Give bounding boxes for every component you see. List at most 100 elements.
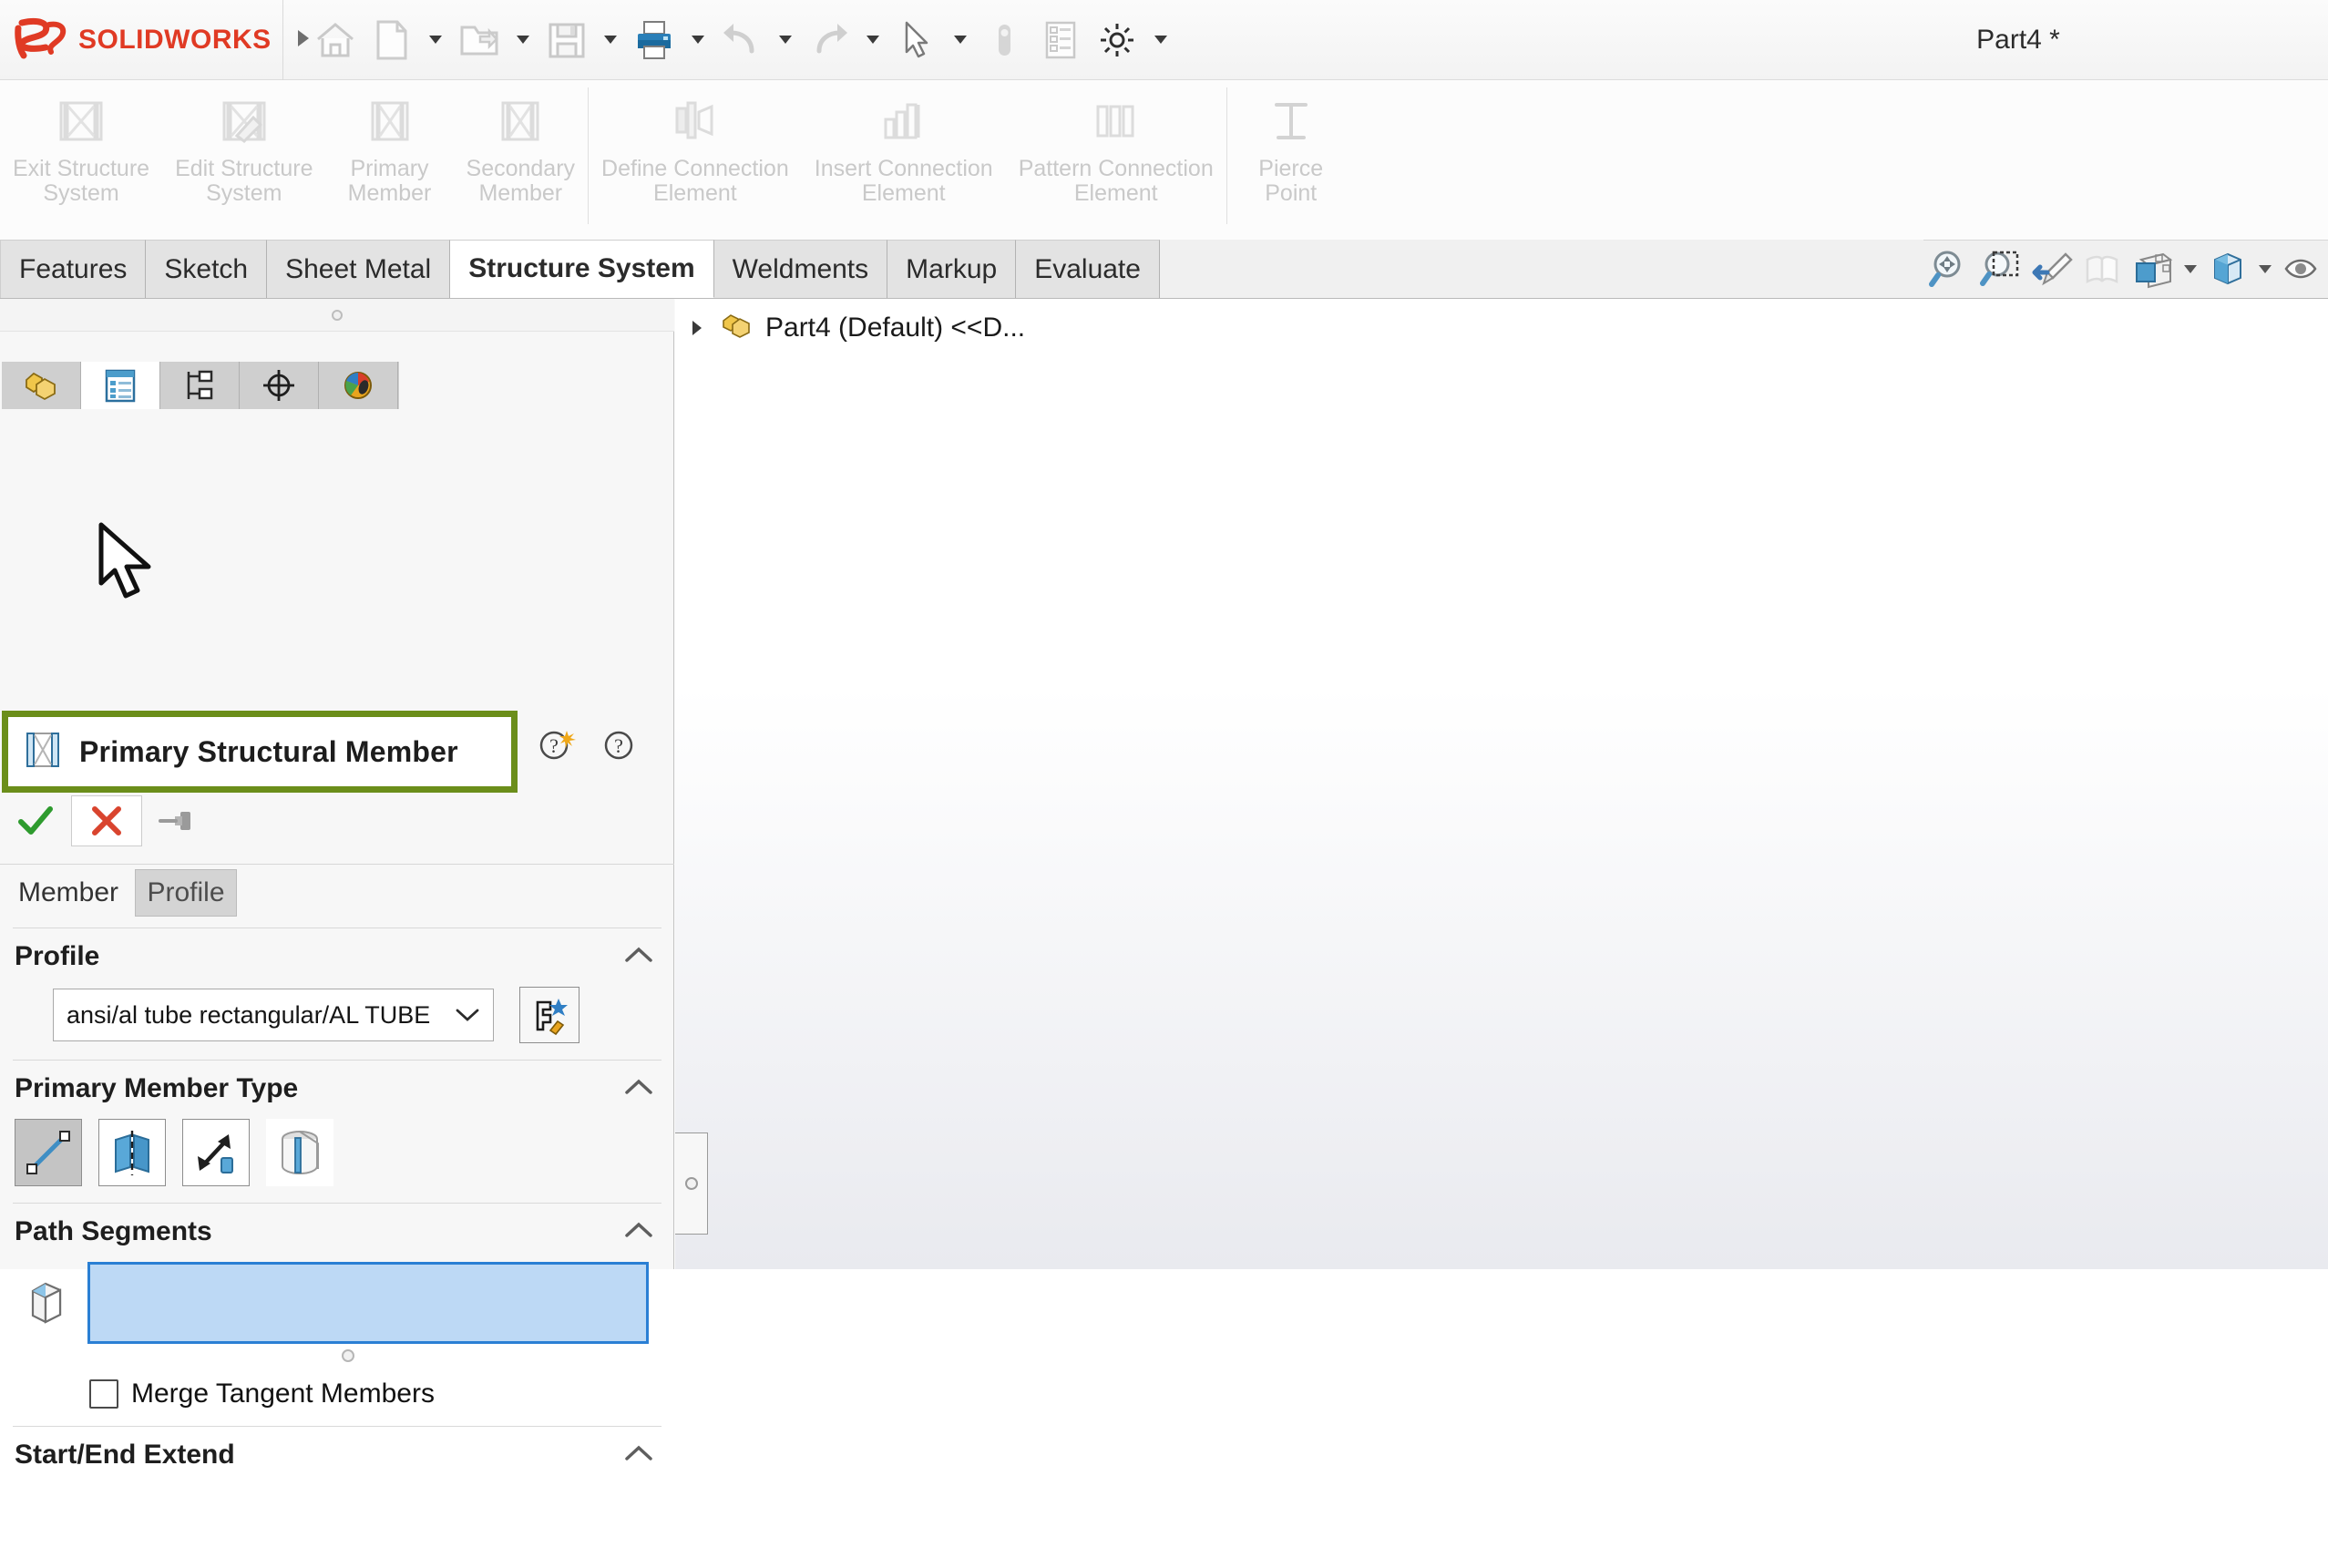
- new-document-icon[interactable]: [364, 12, 420, 68]
- measure-icon[interactable]: [976, 12, 1032, 68]
- dimxpert-manager-tab[interactable]: [240, 362, 319, 409]
- previous-view-icon[interactable]: [2025, 243, 2077, 294]
- triangle-right-icon[interactable]: [687, 315, 707, 341]
- open-folder-icon[interactable]: [451, 12, 508, 68]
- zoom-to-area-icon[interactable]: [1974, 243, 2025, 294]
- pattern-connection-element-button[interactable]: Pattern Connection Element: [1006, 80, 1226, 226]
- home-icon[interactable]: [307, 12, 364, 68]
- section-header-path-segments[interactable]: Path Segments: [0, 1204, 674, 1256]
- property-manager-panel: Primary Structural Member ? ? Member Pro…: [0, 299, 674, 1470]
- configuration-manager-tab[interactable]: [160, 362, 240, 409]
- section-header-primary-member-type[interactable]: Primary Member Type: [0, 1061, 674, 1113]
- help-icon[interactable]: ?: [600, 725, 638, 768]
- svg-text:?: ?: [549, 734, 559, 757]
- property-manager-header-highlight: Primary Structural Member: [2, 711, 518, 793]
- ribbon-group-pierce: Pierce Point: [1227, 80, 1355, 241]
- section-view-icon[interactable]: [2077, 243, 2128, 294]
- pin-button[interactable]: [142, 795, 213, 846]
- tab-sketch[interactable]: Sketch: [146, 240, 268, 298]
- primary-member-button[interactable]: Primary Member: [326, 80, 454, 226]
- display-style-dropdown-caret[interactable]: [2253, 243, 2277, 294]
- path-segment-member-icon[interactable]: [15, 1119, 82, 1186]
- redo-icon[interactable]: [801, 12, 857, 68]
- tab-markup-label: Markup: [906, 253, 998, 284]
- display-style-icon[interactable]: [2202, 243, 2253, 294]
- ds-mark-icon: [15, 17, 67, 58]
- graphics-area[interactable]: Part4 (Default) <<D...: [675, 299, 2328, 1269]
- edit-structure-system-button[interactable]: Edit Structure System: [162, 80, 325, 226]
- reference-plane-member-icon[interactable]: [98, 1119, 166, 1186]
- view-toolbar: [1923, 240, 2328, 298]
- selection-resize-grip[interactable]: [67, 1348, 629, 1364]
- cancel-button[interactable]: [71, 795, 142, 846]
- ok-button[interactable]: [0, 795, 71, 846]
- path-segments-selection-box[interactable]: [87, 1262, 649, 1344]
- secondary-member-icon: [490, 91, 550, 151]
- point-length-member-icon[interactable]: [182, 1119, 250, 1186]
- pierce-point-button[interactable]: Pierce Point: [1227, 80, 1355, 226]
- edit-profile-button[interactable]: [519, 987, 579, 1043]
- tab-features[interactable]: Features: [0, 240, 147, 298]
- options-dropdown-caret[interactable]: [1145, 12, 1176, 68]
- select-arrow-icon[interactable]: [888, 12, 945, 68]
- property-manager-tab[interactable]: [81, 362, 160, 409]
- select-dropdown-caret[interactable]: [945, 12, 976, 68]
- feature-manager-tab[interactable]: [2, 362, 81, 409]
- tab-sketch-label: Sketch: [164, 253, 249, 284]
- feature-tree-root-row[interactable]: Part4 (Default) <<D...: [687, 310, 1025, 345]
- primary-member-icon: [360, 91, 420, 151]
- open-document-dropdown-caret[interactable]: [508, 12, 538, 68]
- panel-flyout-handle[interactable]: [675, 1132, 708, 1235]
- profile-combo[interactable]: ansi/al tube rectangular/AL TUBE: [53, 989, 494, 1041]
- insert-connection-element-button[interactable]: Insert Connection Element: [802, 80, 1006, 226]
- solidworks-window: SOLIDWORKS Part4 * Exit Structure System…: [0, 0, 2328, 1470]
- save-icon[interactable]: [538, 12, 595, 68]
- subtab-member[interactable]: Member: [9, 869, 128, 917]
- merge-tangent-members-checkbox[interactable]: [89, 1379, 118, 1409]
- whats-new-help-icon[interactable]: ?: [538, 725, 576, 768]
- section-header-start-end-extend[interactable]: Start/End Extend: [0, 1427, 674, 1480]
- chevron-up-icon[interactable]: [623, 944, 654, 969]
- tab-evaluate[interactable]: Evaluate: [1016, 240, 1160, 298]
- new-document-dropdown-caret[interactable]: [420, 12, 451, 68]
- property-manager-title: Primary Structural Member: [79, 734, 458, 768]
- tab-weldments[interactable]: Weldments: [713, 240, 888, 298]
- save-dropdown-caret[interactable]: [595, 12, 626, 68]
- pattern-connection-element-icon: [1086, 91, 1146, 151]
- subtab-profile[interactable]: Profile: [135, 869, 237, 917]
- chevron-up-icon[interactable]: [623, 1219, 654, 1245]
- edit-structure-system-label: Edit Structure System: [175, 156, 313, 206]
- ribbon-group-connection: Define Connection Element Insert Connect…: [589, 80, 1226, 241]
- define-connection-element-button[interactable]: Define Connection Element: [589, 80, 802, 226]
- title-bar: SOLIDWORKS Part4 *: [0, 0, 2328, 80]
- feature-tree-root-label: Part4 (Default) <<D...: [765, 312, 1026, 343]
- chevron-up-icon[interactable]: [623, 1076, 654, 1102]
- display-palette-icon: [344, 372, 372, 399]
- view-orientation-icon[interactable]: [2128, 243, 2179, 294]
- print-icon[interactable]: [626, 12, 682, 68]
- zoom-to-fit-icon[interactable]: [1923, 243, 1974, 294]
- display-manager-tab[interactable]: [319, 362, 398, 409]
- face-member-icon[interactable]: [266, 1119, 333, 1186]
- print-dropdown-caret[interactable]: [682, 12, 713, 68]
- rebuild-icon[interactable]: [1032, 12, 1089, 68]
- view-orientation-dropdown-caret[interactable]: [2179, 243, 2202, 294]
- tab-markup[interactable]: Markup: [887, 240, 1017, 298]
- flyout-dot-icon: [684, 1177, 698, 1190]
- tab-sheet-metal[interactable]: Sheet Metal: [267, 240, 451, 298]
- exit-structure-system-button[interactable]: Exit Structure System: [0, 80, 162, 226]
- chevron-down-icon[interactable]: [455, 1001, 480, 1030]
- undo-dropdown-caret[interactable]: [770, 12, 801, 68]
- undo-icon[interactable]: [713, 12, 770, 68]
- panel-splitter-handle[interactable]: [0, 299, 674, 332]
- section-header-profile[interactable]: Profile: [0, 928, 674, 981]
- chevron-up-icon[interactable]: [623, 1442, 654, 1468]
- merge-tangent-members-row[interactable]: Merge Tangent Members: [0, 1364, 674, 1426]
- tab-structure-system[interactable]: Structure System: [450, 240, 714, 298]
- pierce-point-icon: [1261, 91, 1321, 151]
- options-gear-icon[interactable]: [1089, 12, 1145, 68]
- dimxpert-icon: [263, 370, 294, 401]
- redo-dropdown-caret[interactable]: [857, 12, 888, 68]
- hide-show-items-icon[interactable]: [2277, 243, 2328, 294]
- secondary-member-button[interactable]: Secondary Member: [454, 80, 589, 226]
